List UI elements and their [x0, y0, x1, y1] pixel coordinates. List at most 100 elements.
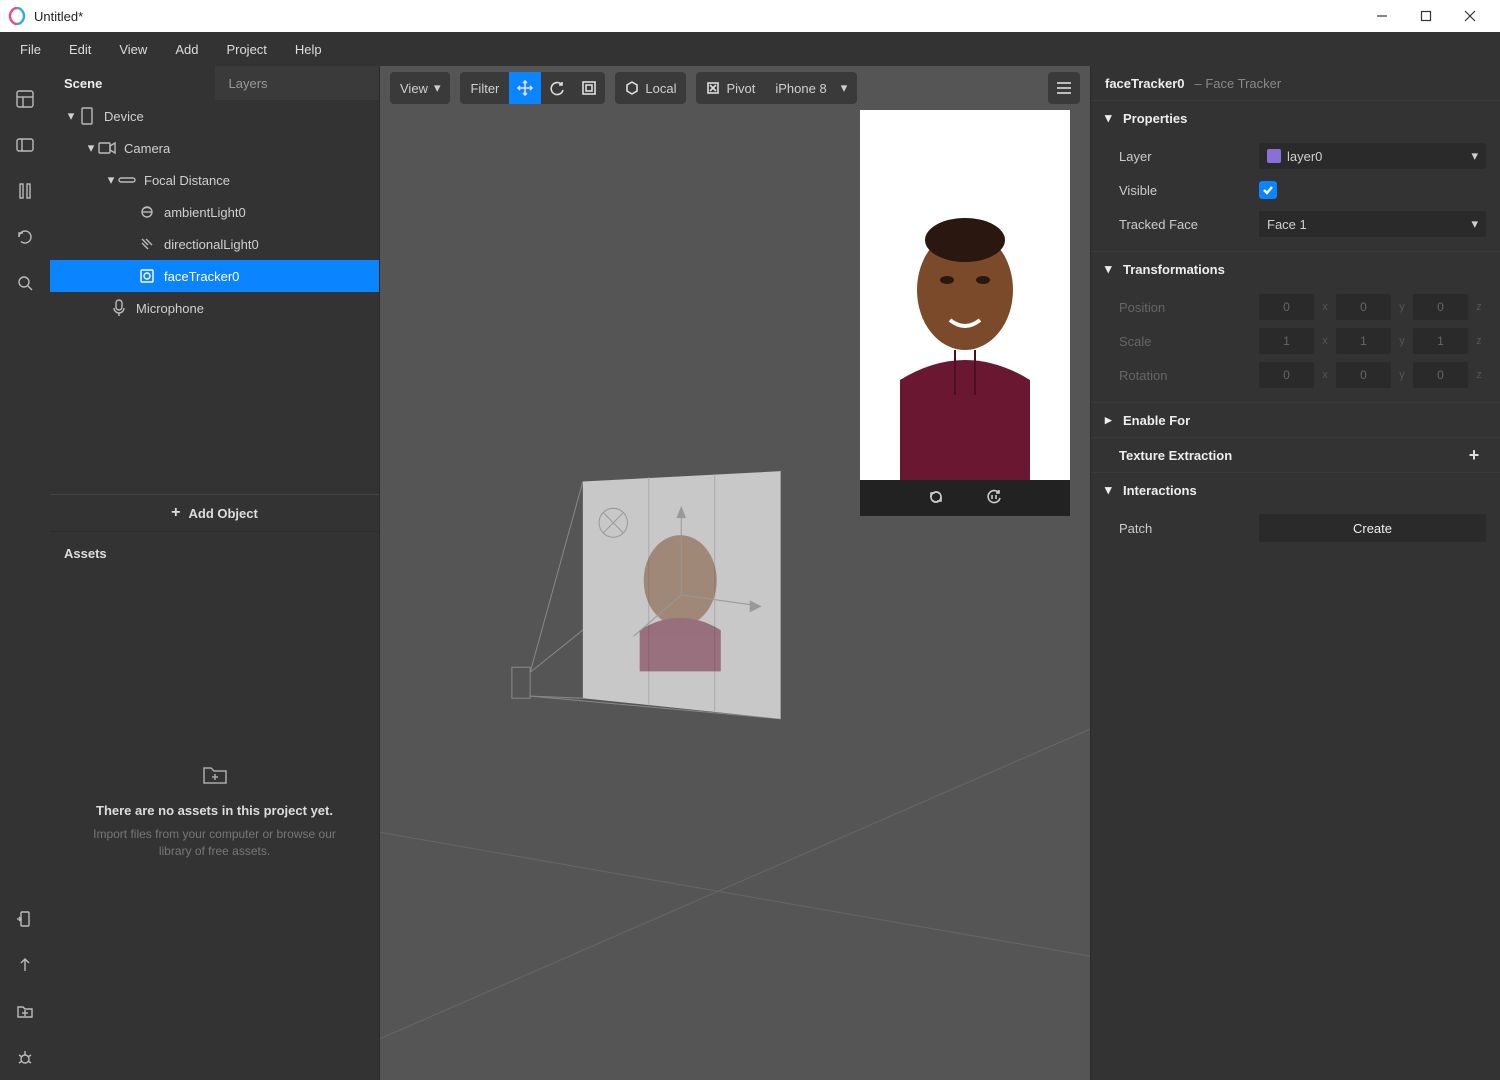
tool-search-icon[interactable]	[6, 264, 44, 302]
menu-help[interactable]: Help	[281, 32, 336, 66]
visible-checkbox[interactable]	[1259, 181, 1277, 199]
tree-node-microphone[interactable]: Microphone	[50, 292, 379, 324]
section-interactions: ▾Interactions Patch Create	[1091, 472, 1500, 555]
ambient-light-icon	[138, 203, 156, 221]
chevron-down-icon: ▾	[1471, 148, 1478, 164]
position-z-input[interactable]: 0	[1413, 294, 1468, 320]
layer-swatch-icon	[1267, 149, 1281, 163]
menu-project[interactable]: Project	[212, 32, 280, 66]
tool-layout-icon[interactable]	[6, 80, 44, 118]
tool-panel-icon[interactable]	[6, 126, 44, 164]
rotate-tool-button[interactable]	[541, 72, 573, 104]
rotation-y-input[interactable]: 0	[1336, 362, 1391, 388]
tree-node-facetracker[interactable]: faceTracker0	[50, 260, 379, 292]
position-y-input[interactable]: 0	[1336, 294, 1391, 320]
menu-view[interactable]: View	[105, 32, 161, 66]
rotation-z-input[interactable]: 0	[1413, 362, 1468, 388]
tool-folder-add-icon[interactable]	[6, 992, 44, 1030]
create-patch-button[interactable]: Create	[1259, 514, 1486, 542]
move-tool-button[interactable]	[509, 72, 541, 104]
scale-z-input[interactable]: 1	[1413, 328, 1468, 354]
section-header-texture[interactable]: Texture Extraction+	[1091, 438, 1500, 472]
viewport: View▾ Filter Local Pivot iPhone 8▾	[380, 66, 1090, 1080]
plus-icon: +	[171, 504, 180, 522]
layer-dropdown[interactable]: layer0▾	[1259, 143, 1486, 169]
layer-label: Layer	[1119, 149, 1259, 164]
tracked-face-label: Tracked Face	[1119, 217, 1259, 232]
scale-tool-button[interactable]	[573, 72, 605, 104]
tree-label: Device	[104, 109, 144, 124]
assets-panel: Assets There are no assets in this proje…	[50, 532, 379, 1080]
section-header-interactions[interactable]: ▾Interactions	[1091, 473, 1500, 507]
pivot-button[interactable]: Pivot	[696, 72, 765, 104]
viewport-toolbar: View▾ Filter Local Pivot iPhone 8▾	[380, 66, 1090, 110]
window-minimize-button[interactable]	[1360, 0, 1404, 32]
chevron-down-icon: ▾	[434, 80, 441, 96]
inspector-object-name: faceTracker0	[1105, 76, 1185, 91]
tree-label: ambientLight0	[164, 205, 246, 220]
chevron-right-icon: ▸	[1105, 412, 1119, 428]
visible-label: Visible	[1119, 183, 1259, 198]
section-header-enable-for[interactable]: ▸Enable For	[1091, 403, 1500, 437]
section-header-transformations[interactable]: ▾Transformations	[1091, 252, 1500, 286]
app-logo-icon	[8, 7, 26, 25]
tool-upload-icon[interactable]	[6, 946, 44, 984]
chevron-down-icon: ▾	[64, 108, 78, 124]
view-dropdown[interactable]: View▾	[390, 72, 450, 104]
microphone-icon	[110, 299, 128, 317]
section-header-properties[interactable]: ▾Properties	[1091, 101, 1500, 135]
tree-node-ambient[interactable]: ambientLight0	[50, 196, 379, 228]
window-maximize-button[interactable]	[1404, 0, 1448, 32]
local-button[interactable]: Local	[615, 72, 686, 104]
viewport-canvas[interactable]	[380, 110, 1090, 1080]
filter-button[interactable]: Filter	[460, 72, 509, 104]
texture-add-button[interactable]: +	[1462, 445, 1486, 466]
tool-bug-icon[interactable]	[6, 1038, 44, 1076]
tree-label: Focal Distance	[144, 173, 230, 188]
hamburger-menu-button[interactable]	[1048, 72, 1080, 104]
scene-tree: ▾ Device ▾ Camera ▾ Focal Distance ambie…	[50, 100, 379, 324]
device-dropdown[interactable]: iPhone 8▾	[765, 72, 857, 104]
inspector-object-type: – Face Tracker	[1195, 76, 1282, 91]
tab-scene[interactable]: Scene	[50, 66, 215, 100]
tool-device-export-icon[interactable]	[6, 900, 44, 938]
patch-label: Patch	[1119, 521, 1259, 536]
menu-file[interactable]: File	[6, 32, 55, 66]
scene-tabs: Scene Layers	[50, 66, 379, 100]
tab-layers[interactable]: Layers	[215, 66, 380, 100]
position-label: Position	[1119, 300, 1259, 315]
assets-empty-title: There are no assets in this project yet.	[96, 803, 333, 818]
focal-distance-icon	[118, 171, 136, 189]
menu-edit[interactable]: Edit	[55, 32, 105, 66]
scale-y-input[interactable]: 1	[1336, 328, 1391, 354]
preview-refresh-icon[interactable]	[927, 488, 945, 509]
tool-refresh-icon[interactable]	[6, 218, 44, 256]
tree-node-focal[interactable]: ▾ Focal Distance	[50, 164, 379, 196]
preview-pause-icon[interactable]	[985, 488, 1003, 509]
add-object-button[interactable]: + Add Object	[50, 494, 379, 532]
section-properties: ▾Properties Layer layer0▾ Visible Tracke…	[1091, 100, 1500, 251]
scale-x-input[interactable]: 1	[1259, 328, 1314, 354]
tracked-face-dropdown[interactable]: Face 1▾	[1259, 211, 1486, 237]
tree-node-directional[interactable]: directionalLight0	[50, 228, 379, 260]
window-close-button[interactable]	[1448, 0, 1492, 32]
chevron-down-icon: ▾	[1105, 261, 1119, 277]
tool-pause-icon[interactable]	[6, 172, 44, 210]
face-tracker-icon	[138, 267, 156, 285]
section-texture-extraction: Texture Extraction+	[1091, 437, 1500, 472]
scene-panel: Scene Layers ▾ Device ▾ Camera ▾ Focal D…	[50, 66, 380, 1080]
menu-add[interactable]: Add	[161, 32, 212, 66]
tree-node-camera[interactable]: ▾ Camera	[50, 132, 379, 164]
window-title: Untitled*	[34, 9, 1360, 24]
rotation-x-input[interactable]: 0	[1259, 362, 1314, 388]
camera-icon	[98, 139, 116, 157]
tree-label: Camera	[124, 141, 170, 156]
position-x-input[interactable]: 0	[1259, 294, 1314, 320]
tree-label: directionalLight0	[164, 237, 259, 252]
tree-node-device[interactable]: ▾ Device	[50, 100, 379, 132]
chevron-down-icon: ▾	[84, 140, 98, 156]
rotation-label: Rotation	[1119, 368, 1259, 383]
menubar: File Edit View Add Project Help	[0, 32, 1500, 66]
assets-empty-sub: Import files from your computer or brows…	[64, 826, 365, 860]
tree-label: faceTracker0	[164, 269, 239, 284]
